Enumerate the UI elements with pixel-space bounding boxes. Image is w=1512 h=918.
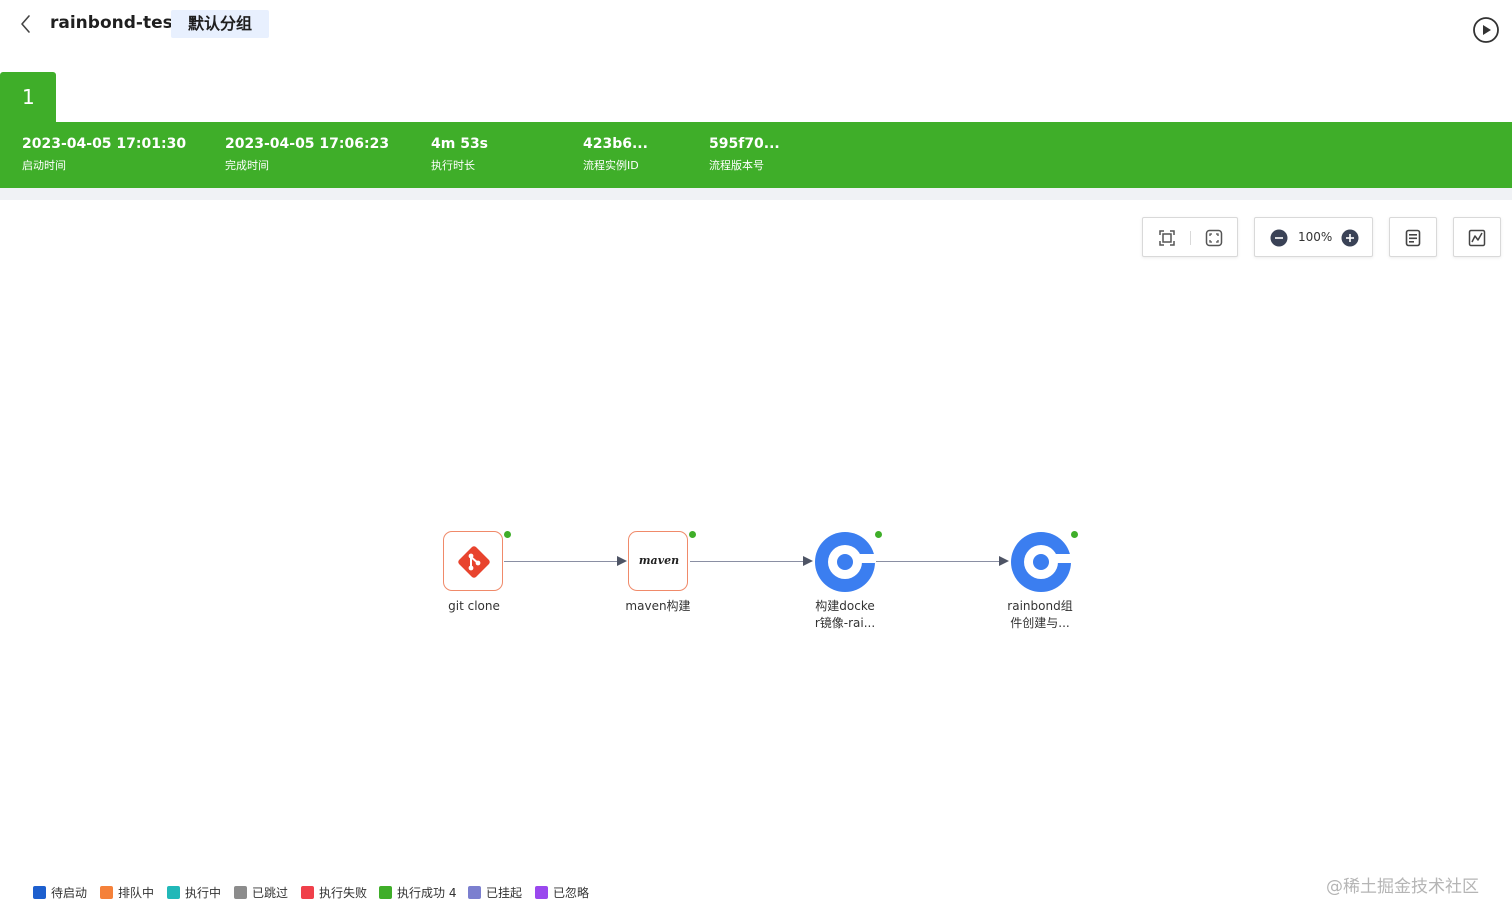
play-circle-icon xyxy=(1473,17,1499,43)
node-frame xyxy=(443,531,503,591)
pipeline-edge xyxy=(504,561,618,562)
legend-swatch xyxy=(301,886,314,899)
legend-swatch xyxy=(234,886,247,899)
center-view-button[interactable] xyxy=(1204,228,1224,248)
pipeline-node-docker-build[interactable] xyxy=(814,531,882,593)
pipeline-arrow xyxy=(617,556,627,566)
rainbond-icon xyxy=(1011,532,1072,592)
pipeline-arrow xyxy=(999,556,1009,566)
log-control xyxy=(1389,217,1437,257)
node-frame: maven xyxy=(628,531,688,591)
legend-item-running: 执行中 xyxy=(167,884,221,900)
log-icon xyxy=(1405,229,1421,247)
legend-item-failed: 执行失败 xyxy=(301,884,367,900)
legend-swatch xyxy=(468,886,481,899)
pipeline-edge xyxy=(876,561,1000,562)
pipeline-node-maven[interactable]: maven xyxy=(628,531,696,593)
start-time-value: 2023-04-05 17:01:30 xyxy=(22,136,187,152)
node-label: rainbond组 件创建与... xyxy=(1007,599,1073,630)
pipeline-run-page: rainbond-test 默认分组 1 2023-04-05 17:01:30… xyxy=(0,0,1512,918)
version-stat: 595f70... 流程版本号 xyxy=(709,136,780,173)
legend-item-pending: 待启动 xyxy=(33,884,87,900)
instance-id-stat: 423b6... 流程实例ID xyxy=(583,136,648,173)
version-label: 流程版本号 xyxy=(709,159,764,172)
zoom-out-icon xyxy=(1270,229,1288,247)
start-time-stat: 2023-04-05 17:01:30 启动时间 xyxy=(22,136,186,173)
pipeline-node-rainbond-deploy[interactable] xyxy=(1010,531,1078,593)
maven-icon: maven xyxy=(638,554,680,567)
header-bar: rainbond-test 默认分组 xyxy=(0,0,1512,50)
chart-icon xyxy=(1468,229,1486,247)
app-title: rainbond-test xyxy=(50,13,181,33)
node-label: 构建docke r镜像-rai... xyxy=(814,599,876,630)
duration-stat: 4m 53s 执行时长 xyxy=(431,136,488,173)
toolbar-separator xyxy=(1190,231,1191,245)
instance-id-value: 423b6... xyxy=(583,136,648,152)
duration-value: 4m 53s xyxy=(431,136,489,152)
end-time-label: 完成时间 xyxy=(225,159,269,172)
fit-view-button[interactable] xyxy=(1157,228,1177,248)
banner-divider xyxy=(0,188,1512,200)
chevron-left-icon xyxy=(21,15,30,33)
status-success-dot xyxy=(689,531,696,538)
pipeline-arrow xyxy=(803,556,813,566)
run-button[interactable] xyxy=(1472,16,1500,44)
legend-item-suspended: 已挂起 xyxy=(468,884,522,900)
node-label: git clone xyxy=(448,599,500,613)
build-status-banner: 2023-04-05 17:01:30 启动时间 2023-04-05 17:0… xyxy=(0,122,1512,188)
log-button[interactable] xyxy=(1403,228,1423,248)
version-value: 595f70... xyxy=(709,136,780,152)
start-time-label: 启动时间 xyxy=(22,159,66,172)
legend-item-succeeded: 执行成功 4 xyxy=(379,884,456,900)
legend-swatch xyxy=(535,886,548,899)
rainbond-icon xyxy=(815,532,876,592)
legend-swatch xyxy=(167,886,180,899)
group-tag[interactable]: 默认分组 xyxy=(171,10,270,38)
status-success-dot xyxy=(504,531,511,538)
fit-view-icon xyxy=(1159,230,1175,246)
status-success-dot xyxy=(875,531,882,538)
zoom-in-icon xyxy=(1341,229,1359,247)
zoom-out-button[interactable] xyxy=(1269,228,1289,248)
view-controls xyxy=(1142,217,1238,257)
chart-control xyxy=(1453,217,1501,257)
end-time-stat: 2023-04-05 17:06:23 完成时间 xyxy=(225,136,389,173)
zoom-level: 100% xyxy=(1298,230,1333,244)
status-success-dot xyxy=(1071,531,1078,538)
end-time-value: 2023-04-05 17:06:23 xyxy=(225,136,390,152)
zoom-in-button[interactable] xyxy=(1340,228,1360,248)
node-label: maven构建 xyxy=(625,599,691,613)
watermark: @稀土掘金技术社区 xyxy=(1326,877,1479,897)
duration-label: 执行时长 xyxy=(431,159,475,172)
legend-swatch xyxy=(379,886,392,899)
zoom-controls: 100% xyxy=(1254,217,1373,257)
center-view-icon xyxy=(1205,229,1223,247)
back-button[interactable] xyxy=(16,12,36,36)
pipeline-edge xyxy=(690,561,804,562)
legend-swatch xyxy=(100,886,113,899)
legend-item-ignored: 已忽略 xyxy=(535,884,589,900)
pipeline-node-git-clone[interactable] xyxy=(443,531,511,593)
instance-id-label: 流程实例ID xyxy=(583,159,639,172)
legend-item-skipped: 已跳过 xyxy=(234,884,288,900)
legend-item-queued: 排队中 xyxy=(100,884,154,900)
legend-swatch xyxy=(33,886,46,899)
chart-button[interactable] xyxy=(1467,228,1487,248)
build-number-tab[interactable]: 1 xyxy=(0,72,56,124)
git-icon xyxy=(458,546,490,578)
